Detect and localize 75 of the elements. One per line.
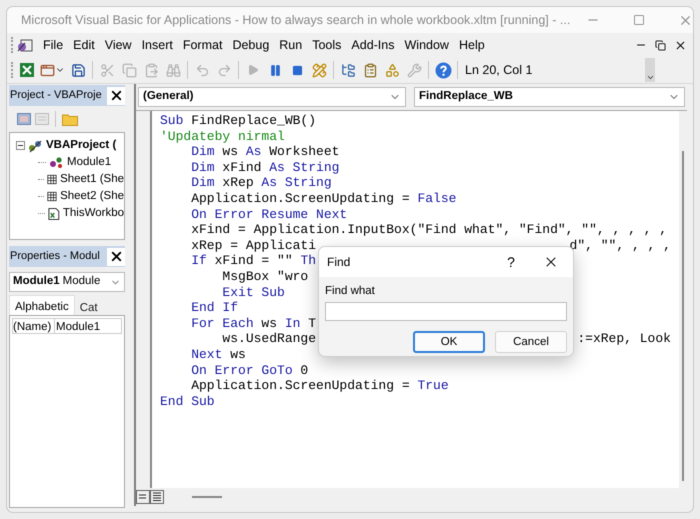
cursor-position: Ln 20, Col 1 [465, 62, 534, 79]
property-name: (Name) [13, 319, 55, 333]
code-line: ws.UsedRange [221, 331, 316, 347]
scrollbar-thumb[interactable] [192, 496, 222, 498]
code-line: xRep = Applicati [190, 238, 316, 254]
collapse-icon[interactable] [16, 141, 25, 150]
tree-item[interactable]: ThisWorkbo [62, 204, 124, 222]
folder-icon[interactable] [62, 112, 78, 126]
code-line: xFind = Application.InputBox("Find what", "Find", "", , , , , [190, 222, 668, 238]
code-line: 'Updateby nirmal [160, 128, 285, 144]
tree-item[interactable]: Module1 [67, 154, 112, 172]
properties-tab[interactable]: Cat [74, 298, 103, 315]
menu-item[interactable]: View [100, 36, 137, 54]
menu-app-icon [17, 38, 33, 52]
code-line: :=xRep, Look [577, 331, 671, 347]
restore-icon[interactable] [655, 40, 666, 50]
field-label: Find what [325, 284, 376, 299]
code-line: End If [190, 300, 238, 316]
code-line: Dim ws As Worksheet [190, 144, 340, 160]
sheet-icon [47, 173, 58, 186]
close-button[interactable] [107, 248, 125, 266]
code-line: End Sub [160, 394, 215, 410]
menu-item[interactable]: Add-Ins [346, 36, 400, 54]
panel-title: Project - VBAProje [10, 88, 102, 104]
code-line: Dim xRep As String [190, 175, 332, 191]
project-icon [28, 138, 43, 152]
code-line: If xFind = "" Th [190, 253, 316, 269]
module-view-icon[interactable] [150, 490, 164, 504]
close-icon[interactable] [674, 38, 687, 52]
window-title: Microsoft Visual Basic for Applications - How to always search in whole workbook.xltm [running] - ... [21, 12, 570, 29]
procedure-dropdown[interactable]: FindReplace_WB [414, 87, 685, 107]
code-line: Dim xFind As String [190, 160, 340, 176]
workbook-icon [48, 206, 60, 220]
menu-item[interactable]: Insert [136, 36, 178, 54]
object-dropdown[interactable]: (General) [138, 87, 406, 107]
property-value[interactable]: Module1 [55, 319, 100, 333]
code-line: Exit Sub [221, 284, 285, 300]
sheet-icon [47, 190, 58, 203]
module-icon [49, 156, 64, 169]
tree-item[interactable]: Sheet2 (She [60, 188, 124, 206]
code-line: For Each ws In T [190, 316, 316, 332]
menu-item[interactable]: File [38, 36, 68, 54]
object-dropdown[interactable]: Module1 Module [9, 272, 125, 292]
help-button[interactable]: ? [493, 252, 529, 272]
menu-item[interactable]: Format [178, 36, 228, 54]
view-code-icon[interactable] [17, 113, 31, 125]
procedure-view-icon[interactable] [136, 490, 150, 504]
menu-item[interactable]: Tools [307, 36, 346, 54]
code-line: d", "", , , , [570, 238, 671, 254]
panel-title: Properties - Modul [10, 249, 100, 264]
close-button[interactable] [107, 86, 125, 104]
menu-item[interactable]: Help [454, 36, 490, 54]
tree-item[interactable]: VBAProject ( [46, 136, 116, 154]
code-line: On Error GoTo 0 [190, 362, 308, 378]
code-line: On Error Resume Next [190, 206, 348, 222]
dialog-button[interactable]: Cancel [495, 331, 567, 354]
find-what-field[interactable] [325, 302, 567, 322]
dialog-title: Find [327, 254, 350, 271]
menu-item[interactable]: Edit [68, 36, 100, 54]
code-line: MsgBox "wro [221, 268, 308, 285]
code-line: Application.ScreenUpdating = False [190, 190, 456, 207]
menu-item[interactable]: Debug [227, 36, 274, 54]
caret-icon [646, 73, 654, 82]
code-line: Application.ScreenUpdating = True [190, 378, 449, 394]
toolbar-overflow-button[interactable] [645, 58, 655, 82]
maximize-icon [633, 14, 646, 26]
properties-tab[interactable]: Alphabetic [9, 295, 75, 315]
menu-item[interactable]: Window [400, 36, 454, 54]
tree-item[interactable]: Sheet1 (She [60, 170, 124, 188]
menu-item[interactable]: Run [274, 36, 308, 54]
window-icon [40, 62, 55, 78]
code-line: Next ws [190, 346, 246, 362]
dialog-button[interactable]: OK [413, 331, 485, 354]
scrollbar-thumb[interactable] [682, 151, 684, 481]
code-line: Sub FindReplace_WB() [160, 113, 316, 129]
